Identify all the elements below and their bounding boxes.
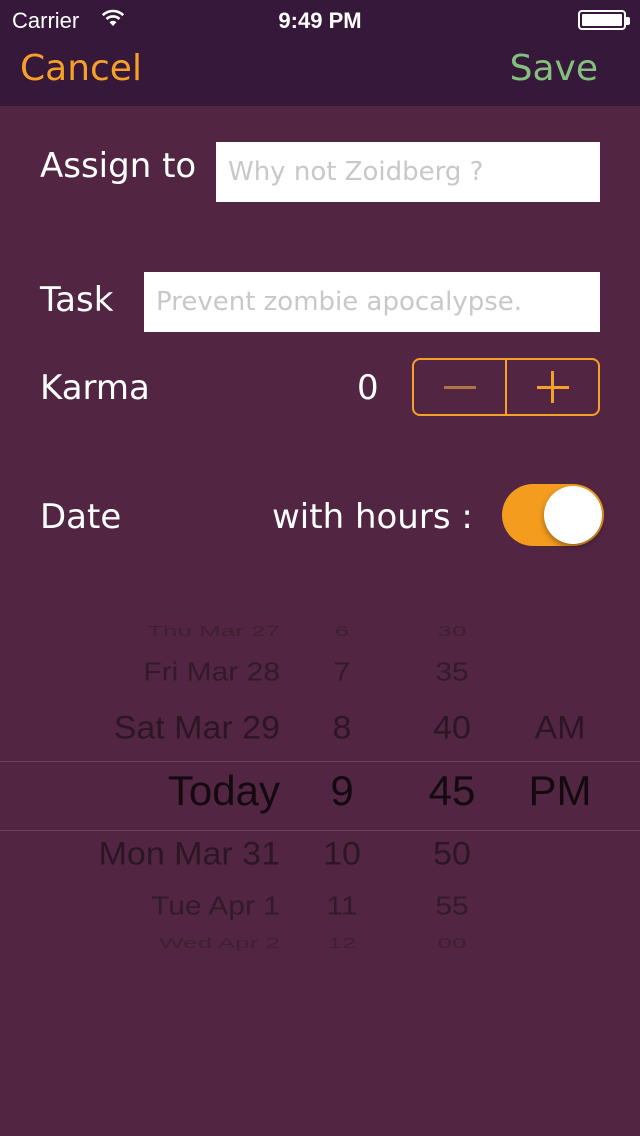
picker-selection-top-line [0,761,640,762]
date-label: Date [40,497,122,537]
assign-to-label: Assign to [40,146,197,186]
battery-icon [578,10,630,30]
picker-day-option[interactable]: Thu Mar 27 [147,624,280,638]
picker-day-option[interactable]: Mon Mar 31 [99,838,280,870]
assign-to-input[interactable] [216,142,600,202]
picker-day-option[interactable]: Tue Apr 1 [151,894,280,920]
picker-day-option[interactable]: Fri Mar 28 [143,660,280,686]
picker-minute-option[interactable]: 30 [392,624,512,638]
picker-minute-option[interactable]: 40 [392,712,512,744]
picker-hour-option[interactable]: 7 [282,660,402,686]
with-hours-label: with hours : [272,497,473,537]
karma-label: Karma [40,368,150,408]
picker-minute-option[interactable]: 25 [392,606,512,614]
status-bar: Carrier 9:49 PM [0,0,640,40]
picker-day-option[interactable]: Today [168,770,280,812]
picker-hour-option[interactable]: 1 [282,956,402,964]
picker-day-option[interactable]: Wed Apr 2 [159,936,280,950]
karma-stepper [412,358,600,416]
picker-selection-bottom-line [0,830,640,831]
picker-minute-option[interactable]: 55 [392,894,512,920]
picker-ampm-option[interactable]: PM [500,770,620,812]
picker-minute-option[interactable]: 35 [392,660,512,686]
karma-increment-button[interactable] [505,360,598,414]
picker-minute-option[interactable]: 05 [392,956,512,964]
save-button[interactable]: Save [510,48,598,89]
cancel-button[interactable]: Cancel [20,48,142,89]
picker-hour-option[interactable]: 8 [282,712,402,744]
picker-hour-option[interactable]: 11 [282,894,402,920]
picker-minute-option[interactable]: 45 [392,770,512,812]
date-time-picker[interactable]: Wed Mar 26 Thu Mar 27 Fri Mar 28 Sat Mar 29… [0,596,640,976]
picker-hour-option[interactable]: 5 [282,606,402,614]
plus-icon [536,371,569,403]
picker-minute-option[interactable]: 50 [392,838,512,870]
toggle-knob [544,486,602,544]
with-hours-toggle[interactable] [502,484,604,546]
task-input[interactable] [144,272,600,332]
picker-hour-option[interactable]: 10 [282,838,402,870]
picker-hour-option[interactable]: 6 [282,624,402,638]
karma-value: 0 [357,368,379,408]
status-time: 9:49 PM [278,8,362,33]
picker-hour-option[interactable]: 12 [282,936,402,950]
picker-minute-option[interactable]: 00 [392,936,512,950]
picker-ampm-option[interactable]: AM [500,712,620,744]
karma-decrement-button[interactable] [414,360,505,414]
task-label: Task [40,280,114,320]
picker-day-option[interactable]: Sat Mar 29 [114,712,280,744]
picker-day-option[interactable]: Thu Apr 3 [185,956,280,964]
picker-hour-option[interactable]: 9 [282,770,402,812]
minus-icon [443,385,476,389]
picker-day-option[interactable]: Wed Mar 26 [161,606,280,614]
